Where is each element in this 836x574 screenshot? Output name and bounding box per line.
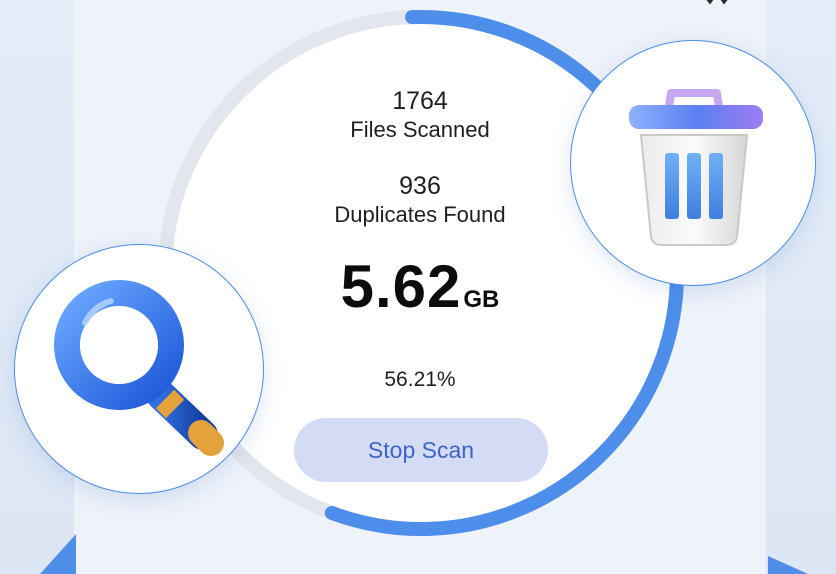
duplicates-count: 936	[399, 172, 441, 200]
files-scanned-count: 1764	[392, 87, 448, 115]
files-scanned-label: Files Scanned	[350, 117, 490, 142]
size-value: 5.62	[340, 253, 462, 320]
files-scanned: 1764 Files Scanned	[280, 86, 560, 144]
trash-badge	[570, 40, 816, 286]
duplicates-found: 936 Duplicates Found	[280, 171, 560, 229]
search-badge	[14, 244, 264, 494]
size-unit: GB	[463, 286, 500, 313]
scan-screen: 1764 Files Scanned 936 Duplicates Found …	[0, 0, 836, 574]
duplicates-label: Duplicates Found	[334, 202, 506, 227]
magnifier-icon	[54, 280, 224, 456]
duplicate-size: 5.62GB	[280, 252, 560, 321]
stop-scan-button[interactable]: Stop Scan	[294, 418, 548, 482]
progress-percent: 56.21%	[384, 368, 456, 391]
trash-bin-icon	[629, 89, 763, 246]
